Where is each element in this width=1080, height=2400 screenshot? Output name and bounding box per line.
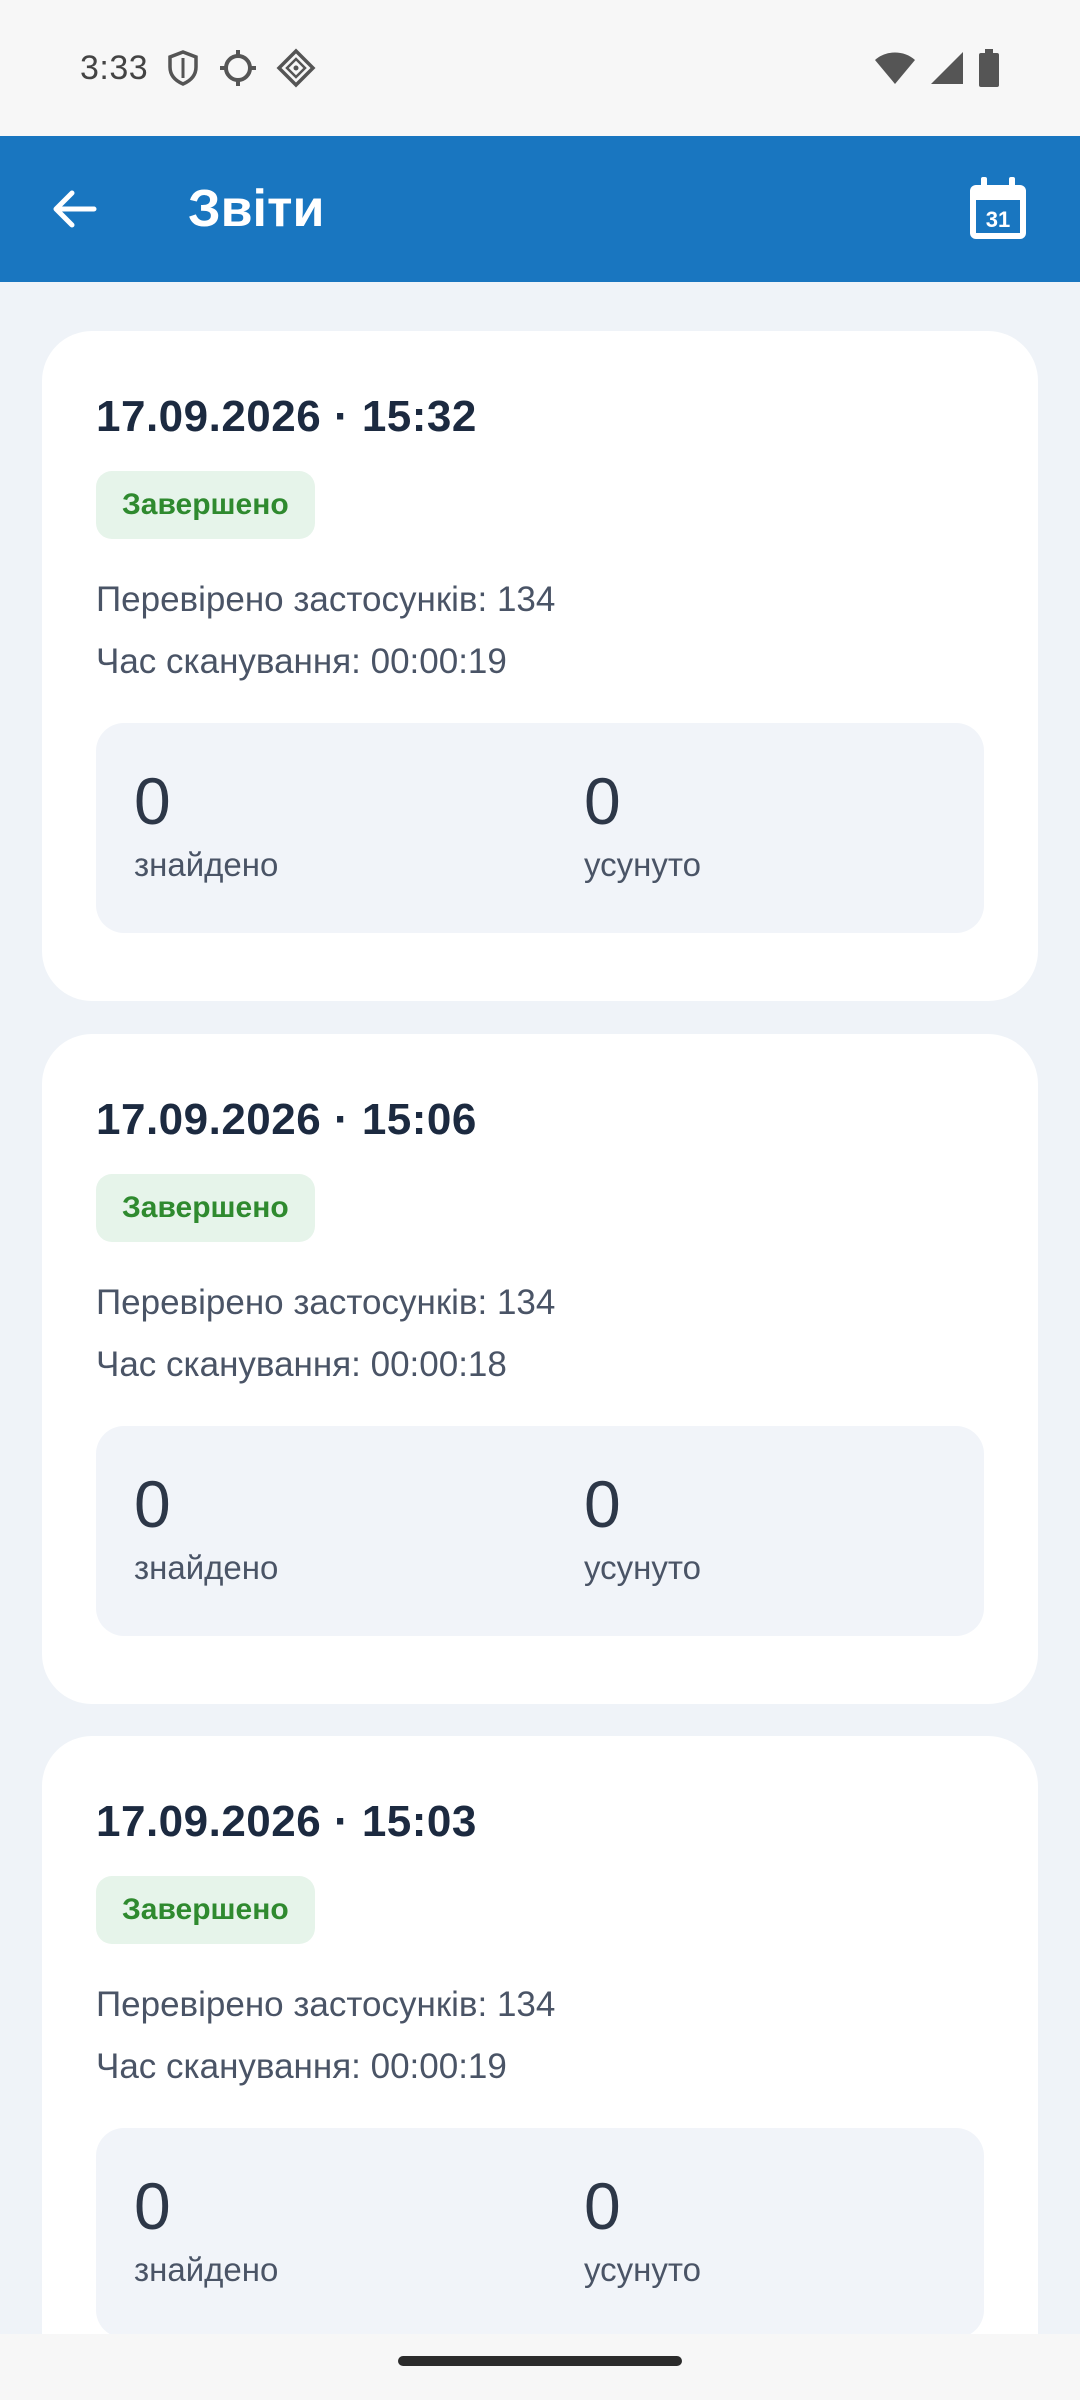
stat-found: 0 знайдено bbox=[134, 1468, 278, 1590]
report-datetime: 17.09.2026 · 15:03 bbox=[96, 1797, 477, 1846]
stat-fixed: 0 усунуто bbox=[584, 765, 701, 887]
found-label: знайдено bbox=[134, 1549, 279, 1586]
fixed-value: 0 bbox=[584, 764, 621, 838]
status-right bbox=[874, 49, 1000, 87]
stats-box: 0 знайдено 0 усунуто bbox=[96, 1426, 984, 1636]
app-bar: Звіти 31 bbox=[0, 136, 1080, 282]
report-datetime: 17.09.2026 · 15:32 bbox=[96, 392, 477, 441]
stat-found: 0 знайдено bbox=[134, 765, 278, 887]
status-bar: 3:33 bbox=[0, 0, 1080, 136]
status-badge: Завершено bbox=[96, 471, 315, 539]
stat-found: 0 знайдено bbox=[134, 2170, 278, 2292]
calendar-day-text: 31 bbox=[986, 207, 1010, 232]
report-card[interactable]: 17.09.2026 · 15:06 Завершено Перевірено … bbox=[42, 1034, 1038, 1704]
fixed-label: усунуто bbox=[584, 1549, 701, 1586]
report-info: Перевірено застосунків: 134 Час скануван… bbox=[96, 1272, 984, 1396]
cell-signal-icon bbox=[930, 51, 964, 85]
navigation-bar bbox=[0, 2334, 1080, 2400]
vpn-key-icon bbox=[276, 48, 316, 88]
stat-fixed: 0 усунуто bbox=[584, 2170, 701, 2292]
wifi-icon bbox=[874, 51, 916, 85]
stat-fixed: 0 усунуто bbox=[584, 1468, 701, 1590]
fixed-label: усунуто bbox=[584, 846, 701, 883]
found-value: 0 bbox=[134, 2169, 171, 2243]
report-card[interactable]: 17.09.2026 · 15:32 Завершено Перевірено … bbox=[42, 331, 1038, 1001]
calendar-button[interactable]: 31 bbox=[960, 171, 1036, 247]
found-label: знайдено bbox=[134, 846, 279, 883]
status-time: 3:33 bbox=[80, 48, 149, 87]
report-datetime: 17.09.2026 · 15:06 bbox=[96, 1095, 477, 1144]
battery-icon bbox=[978, 49, 1000, 87]
reports-list[interactable]: 17.09.2026 · 15:32 Завершено Перевірено … bbox=[0, 282, 1080, 2334]
apps-checked-text: Перевірено застосунків: 134 bbox=[96, 1283, 556, 1322]
stats-box: 0 знайдено 0 усунуто bbox=[96, 723, 984, 933]
back-button[interactable] bbox=[44, 179, 104, 239]
report-card[interactable]: 17.09.2026 · 15:03 Завершено Перевірено … bbox=[42, 1736, 1038, 2334]
shield-icon bbox=[166, 50, 200, 86]
apps-checked-text: Перевірено застосунків: 134 bbox=[96, 1985, 556, 2024]
scan-time-text: Час сканування: 00:00:19 bbox=[96, 2047, 507, 2086]
scan-time-text: Час сканування: 00:00:19 bbox=[96, 642, 507, 681]
home-gesture-handle[interactable] bbox=[398, 2356, 682, 2366]
calendar-icon: 31 bbox=[970, 177, 1026, 239]
fixed-value: 0 bbox=[584, 1467, 621, 1541]
page-title: Звіти bbox=[188, 180, 325, 238]
report-info: Перевірено застосунків: 134 Час скануван… bbox=[96, 569, 984, 693]
status-badge: Завершено bbox=[96, 1876, 315, 1944]
report-info: Перевірено застосунків: 134 Час скануван… bbox=[96, 1974, 984, 2098]
fixed-label: усунуто bbox=[584, 2251, 701, 2288]
arrow-back-icon bbox=[53, 190, 97, 228]
found-value: 0 bbox=[134, 764, 171, 838]
found-value: 0 bbox=[134, 1467, 171, 1541]
stats-box: 0 знайдено 0 усунуто bbox=[96, 2128, 984, 2334]
found-label: знайдено bbox=[134, 2251, 279, 2288]
sync-icon bbox=[218, 48, 258, 88]
status-left: 3:33 bbox=[80, 48, 316, 88]
status-badge: Завершено bbox=[96, 1174, 315, 1242]
apps-checked-text: Перевірено застосунків: 134 bbox=[96, 580, 556, 619]
screen: 3:33 Звіти 31 17.09.2026 · 15:32 Заверше… bbox=[0, 0, 1080, 2400]
fixed-value: 0 bbox=[584, 2169, 621, 2243]
scan-time-text: Час сканування: 00:00:18 bbox=[96, 1345, 507, 1384]
